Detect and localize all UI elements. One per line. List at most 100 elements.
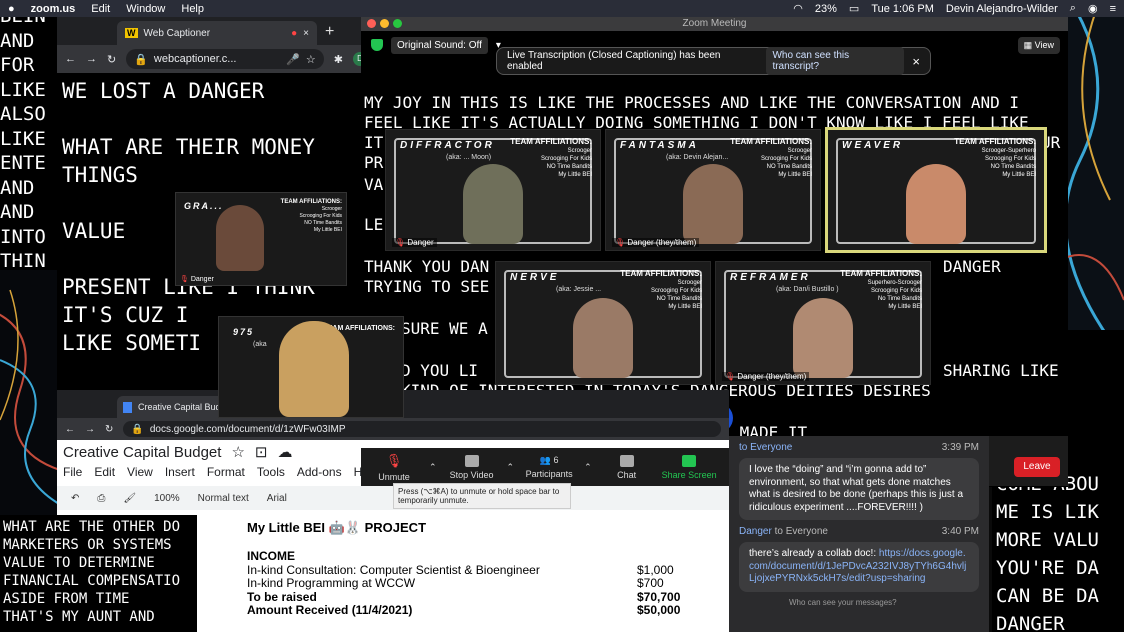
chat-button[interactable]: Chat [602,454,652,480]
spotlight-search-icon[interactable]: ⌕ [1070,2,1076,15]
stop-video-button[interactable]: Stop Video [447,454,497,480]
tile-aka: (aka: ... Moon) [446,154,492,161]
reload-icon[interactable]: ↻ [105,424,113,435]
row-value: $1,000 [637,562,674,577]
budget-row: INCOME [247,549,717,564]
zoom-caption-line: LE [364,215,384,234]
new-tab-icon[interactable]: + [325,23,334,41]
zoom-caption-line: MY JOY IN THIS IS LIKE THE PROCESSES AND… [364,93,1020,112]
share-screen-button[interactable]: Share Screen [662,454,717,480]
menu-item-edit[interactable]: Edit [91,3,110,15]
menu-app-name[interactable]: zoom.us [31,3,76,15]
muted-mic-icon: 🎙 [180,276,191,283]
back-icon[interactable]: ← [65,53,76,65]
participant-video-tile[interactable]: DIFFRACTOR (aka: ... Moon) TEAM AFFILIAT… [385,129,601,251]
style-select[interactable]: Normal text [198,493,249,504]
minimize-window-icon[interactable] [380,19,389,28]
control-center-icon[interactable]: ≡ [1110,3,1116,15]
row-label: In-kind Consultation: Computer Scientist… [247,562,540,577]
back-icon[interactable]: ← [65,424,75,435]
unmute-button[interactable]: 🎙 Unmute [369,453,419,482]
chat-privacy-note[interactable]: Who can see your messages? [729,598,989,607]
address-bar[interactable]: 🔒 docs.google.com/document/d/1zWFw03IMP [123,421,721,437]
battery-icon[interactable]: ▭ [849,2,859,15]
chat-bubble: there’s already a collab doc!: https://d… [739,542,979,592]
lock-icon: 🔒 [131,423,144,435]
caption-line: LIKE [0,127,46,150]
zoom-window-title: Zoom Meeting [682,18,747,29]
row-label: Amount Received (11/4/2021) [247,603,413,617]
row-label: INCOME [247,549,295,563]
unmute-label: Unmute [378,471,410,482]
row-value: $70,700 [637,589,681,604]
bookmark-star-icon[interactable]: ☆ [306,53,316,66]
who-can-see-transcript-button[interactable]: Who can see this transcript? [766,47,905,75]
tab-title: Creative Capital Bud... [138,402,229,412]
siri-icon[interactable]: ◉ [1088,2,1098,15]
address-bar[interactable]: 🔒 webcaptioner.c... 🎤 ☆ [126,49,324,69]
menu-file[interactable]: File [63,465,82,479]
tile-header: REFRAMER [730,272,811,283]
close-window-icon[interactable] [367,19,376,28]
reload-icon[interactable]: ↻ [107,53,116,66]
participant-video [279,321,349,417]
lock-icon: 🔒 [134,53,148,66]
participant-video-tile[interactable]: REFRAMER (aka: Dan/i Bustillo ) TEAM AFF… [715,261,931,385]
browser-tab-webcaptioner[interactable]: W Web Captioner ● × [117,21,317,45]
active-speaker-video-tile[interactable]: WEAVER TEAM AFFILIATIONS: Scrooger-Superh… [825,127,1047,253]
star-icon[interactable]: ☆ [231,443,244,461]
paint-format-icon[interactable]: 🖌 [123,493,136,504]
view-button[interactable]: ▦ View [1017,37,1060,54]
extensions-icon[interactable]: ✱ [334,53,343,66]
menu-tools[interactable]: Tools [257,465,285,479]
leave-button[interactable]: Leave [1014,457,1060,477]
original-sound-toggle[interactable]: Original Sound: Off [391,36,488,54]
font-select[interactable]: Arial [267,493,287,504]
unmute-tooltip: Press (⌥⌘A) to unmute or hold space bar … [393,483,571,509]
undo-icon[interactable]: ↶ [71,493,79,504]
close-icon[interactable]: × [912,54,920,69]
menu-clock[interactable]: Tue 1:06 PM [871,3,934,15]
security-shield-icon[interactable] [371,39,383,51]
zoom-select[interactable]: 100% [154,493,180,504]
menu-view[interactable]: View [127,465,153,479]
participants-button[interactable]: 👥 6 Participants [524,455,574,479]
caption-line: AND [0,201,35,223]
video-options-chevron-icon[interactable]: ⌃ [507,462,515,473]
budget-row: In-kind Programming at WCCW $700 [247,576,717,591]
menu-addons[interactable]: Add-ons [297,465,342,479]
menu-format[interactable]: Format [207,465,245,479]
cloud-status-icon[interactable]: ☁ [277,443,292,461]
muted-mic-icon: 🎙 [395,238,408,247]
menu-insert[interactable]: Insert [165,465,195,479]
menu-edit[interactable]: Edit [94,465,115,479]
background-caption-bottom-left: WHAT ARE THE OTHER DO MARKETERS OR SYSTE… [0,515,197,632]
floating-video-tile[interactable]: GRA... TEAM AFFILIATIONS: Scrooger Scroogi… [175,192,347,286]
participant-video-tile[interactable]: NERVE (aka: Jessie ... TEAM AFFILIATIONS… [495,261,711,385]
print-icon[interactable]: ⎙ [97,493,105,504]
menu-item-window[interactable]: Window [126,3,165,15]
audio-options-chevron-icon[interactable]: ⌃ [429,462,437,473]
fullscreen-window-icon[interactable] [393,19,402,28]
forward-icon[interactable]: → [85,424,95,435]
menu-user[interactable]: Devin Alejandro-Wilder [946,3,1058,15]
menu-item-help[interactable]: Help [181,3,204,15]
floating-video-tile[interactable]: 975 (aka TEAM AFFILIATIONS: [218,316,404,418]
apple-icon[interactable]: ● [8,3,15,15]
background-caption-left: BEIN AND FOR LIKE ALSO LIKE ENTE AND AND… [0,0,60,280]
mic-icon[interactable]: 🎤 [286,53,300,66]
chat-bubble: I love the “doing” and “i’m gonna add to… [739,458,979,520]
participants-options-chevron-icon[interactable]: ⌃ [584,462,592,473]
tab-close-icon[interactable]: × [303,28,309,39]
tile-aka: (aka: Dan/i Bustillo ) [776,286,839,293]
address-text: docs.google.com/document/d/1zWFw03IMP [149,423,346,435]
chat-sender[interactable]: Danger [739,526,772,537]
wifi-icon[interactable]: ◠ [793,2,803,15]
forward-icon[interactable]: → [86,53,97,65]
participant-video-tile[interactable]: FANTASMA (aka: Devin Alejan... TEAM AFFI… [605,129,821,251]
address-text: webcaptioner.c... [153,53,237,65]
move-folder-icon[interactable]: ⊡ [255,443,268,461]
participant-video [683,164,743,244]
doc-title[interactable]: Creative Capital Budget [63,444,221,461]
participant-video [216,205,264,271]
